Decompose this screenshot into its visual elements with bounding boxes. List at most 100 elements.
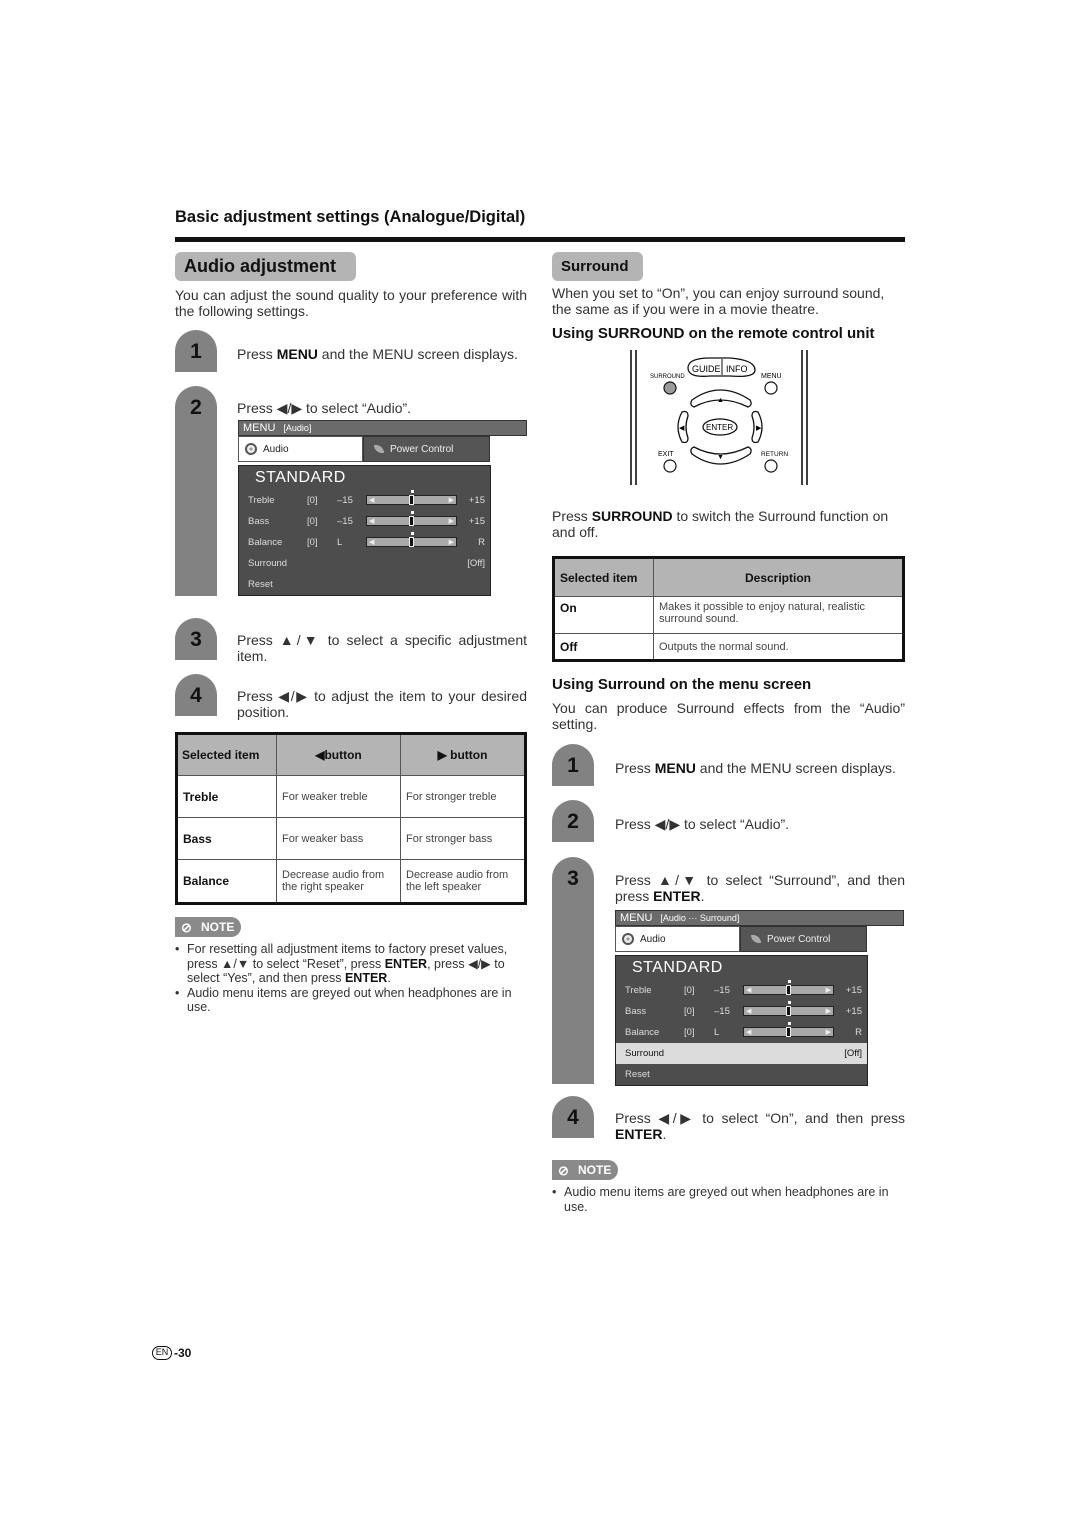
column-header: Selected item	[176, 733, 277, 776]
table-row: Bass For weaker bass For stronger bass	[176, 817, 526, 860]
cell-right: For stronger treble	[400, 775, 526, 818]
audio-notes: For resetting all adjustment items to fa…	[175, 942, 527, 1015]
column-header: Description	[653, 557, 904, 597]
menu-row-surround-selected[interactable]: Surround [Off]	[616, 1043, 867, 1064]
slider-knob[interactable]	[408, 495, 414, 505]
speaker-icon	[622, 933, 634, 945]
sound-mode: STANDARD	[632, 959, 723, 976]
exit-label: EXIT	[658, 451, 674, 458]
audio-step-3-text: Press ▲/▼ to select a specific adjustmen…	[237, 632, 527, 664]
note-key: ENTER	[344, 971, 388, 985]
menu-row-bass[interactable]: Bass [0] –15 ◀ ▶ +15	[616, 1001, 867, 1022]
note-badge: ⊘ NOTE	[175, 917, 241, 937]
level-slider[interactable]: ◀ ▶	[366, 532, 457, 547]
level-slider[interactable]: ◀ ▶	[366, 490, 457, 505]
row-label: Surround	[248, 558, 288, 569]
tab-power-control[interactable]: Power Control	[363, 436, 490, 462]
remote-instruction: Press SURROUND to switch the Surround fu…	[552, 508, 907, 540]
note-item: Audio menu items are greyed out when hea…	[175, 986, 527, 1015]
sound-mode: STANDARD	[255, 469, 346, 486]
step-badge: 1	[175, 330, 217, 372]
menu-label: MENU	[620, 912, 653, 924]
step-key: ENTER	[615, 1126, 663, 1142]
paperclip-icon: ⊘	[558, 1163, 569, 1178]
menu-label: MENU	[761, 373, 782, 380]
return-button[interactable]	[764, 459, 778, 473]
menu-tabs: Audio Power Control	[615, 926, 904, 952]
slider-knob[interactable]	[408, 537, 414, 547]
menu-button[interactable]	[764, 381, 778, 395]
remote-heading: Using SURROUND on the remote control uni…	[552, 325, 875, 342]
level-slider[interactable]: ◀ ▶	[743, 1001, 834, 1016]
note-label: NOTE	[201, 920, 235, 934]
header-rule	[175, 237, 905, 242]
cell-description: Outputs the normal sound.	[653, 633, 904, 661]
slider-right-arrow-icon: ▶	[825, 1008, 831, 1015]
tab-audio[interactable]: Audio	[238, 436, 363, 462]
menu-bar: MENU [Audio]	[238, 420, 527, 436]
center-marker	[410, 490, 414, 493]
audio-intro: You can adjust the sound quality to your…	[175, 287, 527, 319]
row-label: Bass	[625, 1006, 647, 1017]
step-text: .	[662, 1126, 667, 1142]
slider-left-arrow-icon: ◀	[369, 539, 375, 546]
slider-knob[interactable]	[408, 516, 414, 526]
step-badge: 4	[552, 1096, 594, 1138]
step-badge: 4	[175, 674, 217, 716]
row-min: L	[337, 537, 343, 548]
menu-rows: Treble [0] –15 ◀ ▶ +15 Bass [0] –15 ◀ ▶ +15 Balance[…	[616, 980, 867, 1043]
row-label: Balance	[625, 1027, 660, 1038]
menu-row-bass[interactable]: Bass [0] –15 ◀ ▶ +15	[239, 511, 490, 532]
tab-label: Audio	[640, 933, 666, 945]
surround-step-2-text: Press ◀/▶ to select “Audio”.	[615, 816, 790, 832]
menu-row-surround[interactable]: Surround [Off]	[239, 553, 490, 574]
tab-audio[interactable]: Audio	[615, 926, 740, 952]
cell-right: Decrease audio from the left speaker	[400, 859, 526, 904]
menu-row-treble[interactable]: Treble [0] –15 ◀ ▶ +15	[616, 980, 867, 1001]
step-badge: 2	[175, 386, 217, 596]
step-key: ENTER	[653, 888, 701, 904]
paperclip-icon: ⊘	[181, 920, 192, 935]
row-label: Surround	[625, 1048, 665, 1059]
enter-label: ENTER	[706, 423, 733, 432]
step-text: Press	[615, 760, 655, 776]
menu-row-treble[interactable]: Treble [0] –15 ◀ ▶ +15	[239, 490, 490, 511]
table-row: Balance Decrease audio from the right sp…	[176, 859, 526, 904]
surround-label: SURROUND	[650, 374, 685, 380]
cell-item: Balance	[176, 859, 277, 904]
menu-row-reset[interactable]: Reset	[616, 1064, 867, 1085]
slider-right-arrow-icon: ▶	[825, 1029, 831, 1036]
note-text: .	[387, 971, 391, 985]
row-min: –15	[337, 495, 353, 506]
audio-step-1-text: Press MENU and the MENU screen displays.	[237, 346, 529, 362]
menu-row-balance[interactable]: Balance [0] L ◀ ▶ R	[239, 532, 490, 553]
cell-item: Treble	[176, 775, 277, 818]
slider-knob[interactable]	[785, 1006, 791, 1016]
exit-button[interactable]	[663, 459, 677, 473]
note-badge: ⊘ NOTE	[552, 1160, 618, 1180]
slider-knob[interactable]	[785, 1027, 791, 1037]
center-marker	[787, 1001, 791, 1004]
tab-power-control[interactable]: Power Control	[740, 926, 867, 952]
menu-row-reset[interactable]: Reset	[239, 574, 490, 595]
note-item: For resetting all adjustment items to fa…	[175, 942, 527, 986]
slider-left-arrow-icon: ◀	[746, 1008, 752, 1015]
row-label: Treble	[625, 985, 652, 996]
up-arrow-icon: ▲	[717, 397, 724, 404]
row-max: +15	[845, 1006, 862, 1017]
note-text: Audio menu items are greyed out when hea…	[187, 985, 512, 1015]
right-arrow-icon: ▶	[756, 425, 762, 432]
menu-breadcrumb: [Audio]	[283, 423, 312, 433]
menu-breadcrumb: [Audio ··· Surround]	[660, 913, 740, 923]
guide-label: GUIDE	[692, 364, 721, 374]
level-slider[interactable]: ◀ ▶	[743, 1022, 834, 1037]
menu-row-balance[interactable]: Balance [0] L ◀ ▶ R	[616, 1022, 867, 1043]
surround-button[interactable]	[663, 381, 677, 395]
level-slider[interactable]: ◀ ▶	[743, 980, 834, 995]
level-slider[interactable]: ◀ ▶	[366, 511, 457, 526]
table-header-row: Selected item Description	[553, 557, 904, 597]
menu-screen-intro: You can produce Surround effects from th…	[552, 700, 905, 732]
slider-knob[interactable]	[785, 985, 791, 995]
slider-left-arrow-icon: ◀	[369, 518, 375, 525]
row-value: [0]	[307, 516, 318, 527]
